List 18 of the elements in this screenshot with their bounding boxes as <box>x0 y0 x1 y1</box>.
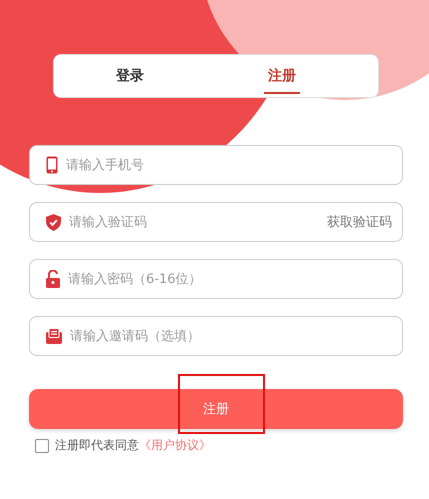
get-code-link[interactable]: 获取验证码 <box>327 213 392 231</box>
input-field[interactable]: 请输入验证码 获取验证码 <box>29 202 403 242</box>
envelope-card-icon <box>46 328 62 344</box>
unlocked-padlock-icon <box>46 270 60 288</box>
input-field[interactable]: 请输入手机号 <box>29 145 403 185</box>
shield-check-icon <box>46 214 61 230</box>
agreement-text: 注册即代表同意《用户协议》 <box>55 437 211 454</box>
input-field[interactable]: 请输入邀请码（选填） <box>29 316 403 356</box>
input-field[interactable]: 请输入密码（6-16位） <box>29 259 403 299</box>
user-agreement-link[interactable]: 《用户协议》 <box>139 438 211 452</box>
text-input[interactable]: 请输入密码（6-16位） <box>68 272 392 286</box>
text-input[interactable]: 请输入手机号 <box>66 158 392 172</box>
phone-icon <box>46 156 58 174</box>
text-input[interactable]: 请输入邀请码（选填） <box>70 328 392 344</box>
register-button[interactable]: 注册 <box>29 389 403 429</box>
tab[interactable]: 登录 <box>54 55 206 97</box>
agreement-checkbox[interactable] <box>35 438 49 452</box>
text-input[interactable]: 请输入验证码 <box>69 214 319 230</box>
